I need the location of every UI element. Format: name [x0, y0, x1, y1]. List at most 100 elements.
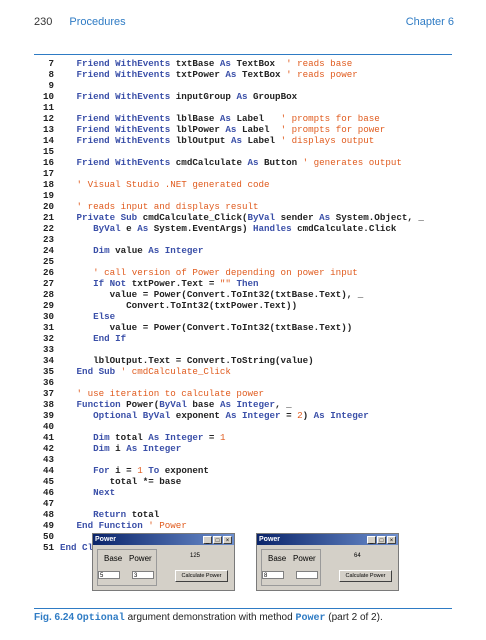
- line-number: 33: [42, 344, 54, 355]
- window-title: Power: [259, 536, 281, 543]
- base-label: Base: [104, 554, 123, 563]
- code-token: Dim: [93, 245, 110, 256]
- code-token: Friend WithEvents: [76, 157, 171, 168]
- line-number: 20: [42, 201, 54, 212]
- code-token: End Sub: [76, 366, 116, 377]
- code-line: 41 Dim total As Integer = 1: [38, 432, 458, 443]
- line-number: 45: [42, 476, 54, 487]
- line-number: 42: [42, 443, 54, 454]
- code-line: 18 ' Visual Studio .NET generated code: [38, 179, 458, 190]
- code-line: 31 value = Power(Convert.ToInt32(txtBase…: [38, 322, 458, 333]
- power-window-1: Power _ □ × Base Power 5 3 125 Calculate P…: [92, 533, 235, 591]
- line-number: 36: [42, 377, 54, 388]
- code-token: total: [126, 509, 160, 520]
- close-icon[interactable]: ×: [223, 536, 232, 544]
- line-number: 34: [42, 355, 54, 366]
- code-token: inputGroup: [170, 91, 237, 102]
- code-line: 36: [38, 377, 458, 388]
- code-token: ' call version of Power depending on pow…: [93, 267, 358, 278]
- code-token: As: [230, 135, 242, 146]
- line-number: 31: [42, 322, 54, 333]
- power-textbox[interactable]: 3: [132, 571, 154, 579]
- code-token: Optional ByVal: [93, 410, 171, 421]
- calculate-power-button[interactable]: Calculate Power: [175, 570, 228, 582]
- power-window-2: Power _ □ × Base Power 8 64 Calculate Powe…: [256, 533, 399, 591]
- code-token: TextBox: [236, 69, 287, 80]
- code-token: Then: [236, 278, 259, 289]
- code-listing: 7 Friend WithEvents txtBase As TextBox '…: [38, 58, 458, 553]
- code-token: If Not: [93, 278, 127, 289]
- code-token: i: [109, 443, 127, 454]
- code-token: Friend WithEvents: [76, 58, 171, 69]
- calculate-power-button[interactable]: Calculate Power: [339, 570, 392, 582]
- code-token: Return: [93, 509, 127, 520]
- code-token: As: [319, 212, 331, 223]
- line-number: 17: [42, 168, 54, 179]
- power-label: Power: [129, 554, 152, 563]
- line-number: 7: [48, 58, 54, 69]
- code-line: 11: [38, 102, 458, 113]
- code-token: cmdCalculate: [170, 157, 248, 168]
- code-token: As: [219, 113, 231, 124]
- code-token: As: [137, 223, 149, 234]
- code-line: 22 ByVal e As System.EventArgs) Handles …: [38, 223, 458, 234]
- code-token: Friend WithEvents: [76, 135, 171, 146]
- caption-text: argument demonstration with method: [124, 612, 296, 623]
- code-token: Next: [93, 487, 116, 498]
- base-textbox[interactable]: 8: [262, 571, 284, 579]
- code-token: Friend WithEvents: [76, 124, 171, 135]
- line-number: 41: [42, 432, 54, 443]
- code-token: As Integer: [225, 410, 281, 421]
- code-token: Label: [236, 124, 281, 135]
- code-token: ' Power: [148, 520, 187, 531]
- code-token: exponent: [170, 410, 226, 421]
- code-token: ' cmdCalculate_Click: [120, 366, 231, 377]
- caption-code-power: Power: [295, 613, 326, 624]
- line-number: 40: [42, 421, 54, 432]
- line-number: 28: [42, 289, 54, 300]
- code-line: 9: [38, 80, 458, 91]
- code-token: GroupBox: [247, 91, 298, 102]
- code-token: value = Power(Convert.ToInt32(txtBase.Te…: [109, 322, 353, 333]
- line-number: 15: [42, 146, 54, 157]
- line-number: 39: [42, 410, 54, 421]
- code-line: 44 For i = 1 To exponent: [38, 465, 458, 476]
- code-line: 7 Friend WithEvents txtBase As TextBox '…: [38, 58, 458, 69]
- line-number: 46: [42, 487, 54, 498]
- code-token: Else: [93, 311, 116, 322]
- close-icon[interactable]: ×: [387, 536, 396, 544]
- code-line: 14 Friend WithEvents lblOutput As Label …: [38, 135, 458, 146]
- bottom-rule: [34, 608, 452, 609]
- base-textbox[interactable]: 5: [98, 571, 120, 579]
- maximize-icon[interactable]: □: [213, 536, 222, 544]
- code-token: Button: [258, 157, 303, 168]
- minimize-icon[interactable]: _: [367, 536, 376, 544]
- minimize-icon[interactable]: _: [203, 536, 212, 544]
- figure-number: Fig. 6.24: [34, 612, 75, 623]
- code-token: lblOutput: [170, 135, 231, 146]
- line-number: 50: [42, 531, 54, 542]
- code-line: 26 ' call version of Power depending on …: [38, 267, 458, 278]
- power-textbox[interactable]: [296, 571, 318, 579]
- code-token: Friend WithEvents: [76, 91, 171, 102]
- code-token: ): [302, 410, 314, 421]
- maximize-icon[interactable]: □: [377, 536, 386, 544]
- line-number: 43: [42, 454, 54, 465]
- line-number: 32: [42, 333, 54, 344]
- code-token: ByVal: [159, 399, 187, 410]
- code-token: Private Sub: [76, 212, 138, 223]
- code-line: 8 Friend WithEvents txtPower As TextBox …: [38, 69, 458, 80]
- figure-caption: Fig. 6.24 Optional argument demonstratio…: [34, 612, 474, 624]
